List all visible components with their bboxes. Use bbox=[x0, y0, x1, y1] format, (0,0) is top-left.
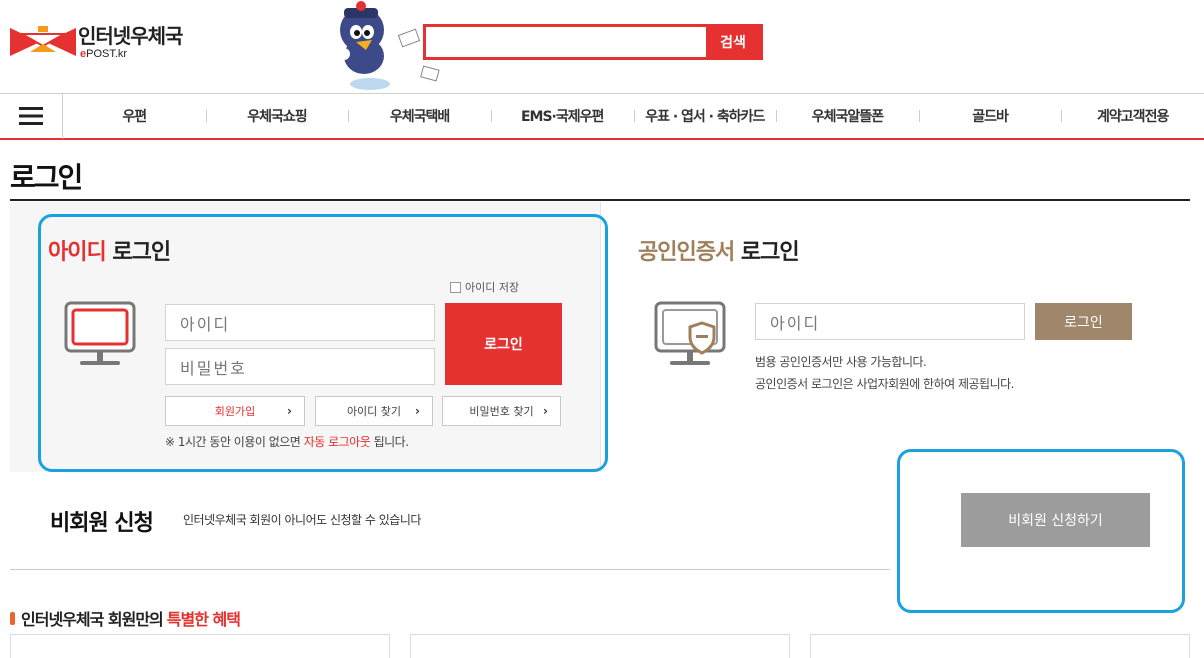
benefits-heading: 인터넷우체국 회원만의 특별한 혜택 bbox=[10, 606, 241, 630]
highlight-box-id-login bbox=[38, 214, 608, 472]
nav-item-gold-bar[interactable]: 골드바 bbox=[918, 106, 1062, 126]
cert-note-business: 공인인증서 로그인은 사업자회원에 한하여 제공됩니다. bbox=[755, 377, 1015, 391]
logo-title: 인터넷우체국 bbox=[78, 24, 183, 48]
guest-divider bbox=[10, 569, 890, 570]
page-title: 로그인 bbox=[10, 161, 83, 194]
cert-login-heading: 공인인증서 로그인 bbox=[638, 240, 800, 265]
nav-item-parcel[interactable]: 우체국택배 bbox=[348, 106, 491, 126]
logo-subtitle: ePOST.kr bbox=[80, 48, 128, 60]
nav-item-mail[interactable]: 우편 bbox=[63, 106, 206, 126]
epost-logo-mark-icon bbox=[10, 26, 76, 56]
benefit-card[interactable] bbox=[810, 634, 1190, 658]
certificate-monitor-icon bbox=[654, 301, 726, 365]
search-input[interactable] bbox=[426, 27, 706, 57]
guest-apply-button[interactable]: 비회원 신청하기 bbox=[961, 493, 1150, 547]
title-divider bbox=[10, 199, 1190, 201]
site-header: 인터넷우체국 ePOST.kr 검색 bbox=[0, 0, 1204, 93]
benefit-card[interactable] bbox=[10, 634, 390, 658]
hamburger-icon bbox=[19, 107, 43, 125]
cert-id-input[interactable]: 아이디 bbox=[755, 303, 1025, 340]
nav-item-mobile[interactable]: 우체국알뜰폰 bbox=[776, 106, 919, 126]
cert-note-general: 범용 공인인증서만 사용 가능합니다. bbox=[755, 355, 927, 369]
all-menu-button[interactable] bbox=[0, 93, 63, 139]
main-nav: 우편 우체국쇼핑 우체국택배 EMS·국제우편 우표 · 엽서 · 축하카드 우… bbox=[0, 93, 1204, 140]
search-button[interactable]: 검색 bbox=[706, 27, 760, 57]
nav-item-stamps-cards[interactable]: 우표 · 엽서 · 축하카드 bbox=[633, 106, 777, 126]
guest-description: 인터넷우체국 회원이 아니어도 신청할 수 있습니다 bbox=[183, 513, 421, 527]
epost-logo[interactable]: 인터넷우체국 ePOST.kr bbox=[10, 24, 183, 60]
guest-title: 비회원 신청 bbox=[50, 511, 154, 536]
benefit-card[interactable] bbox=[410, 634, 790, 658]
search-box: 검색 bbox=[423, 24, 763, 60]
nav-item-ems[interactable]: EMS·국제우편 bbox=[490, 106, 634, 126]
nav-item-corporate[interactable]: 계약고객전용 bbox=[1061, 106, 1204, 126]
nav-item-shopping[interactable]: 우체국쇼핑 bbox=[205, 106, 349, 126]
bullet-icon bbox=[10, 611, 15, 625]
cert-login-button[interactable]: 로그인 bbox=[1035, 303, 1132, 340]
